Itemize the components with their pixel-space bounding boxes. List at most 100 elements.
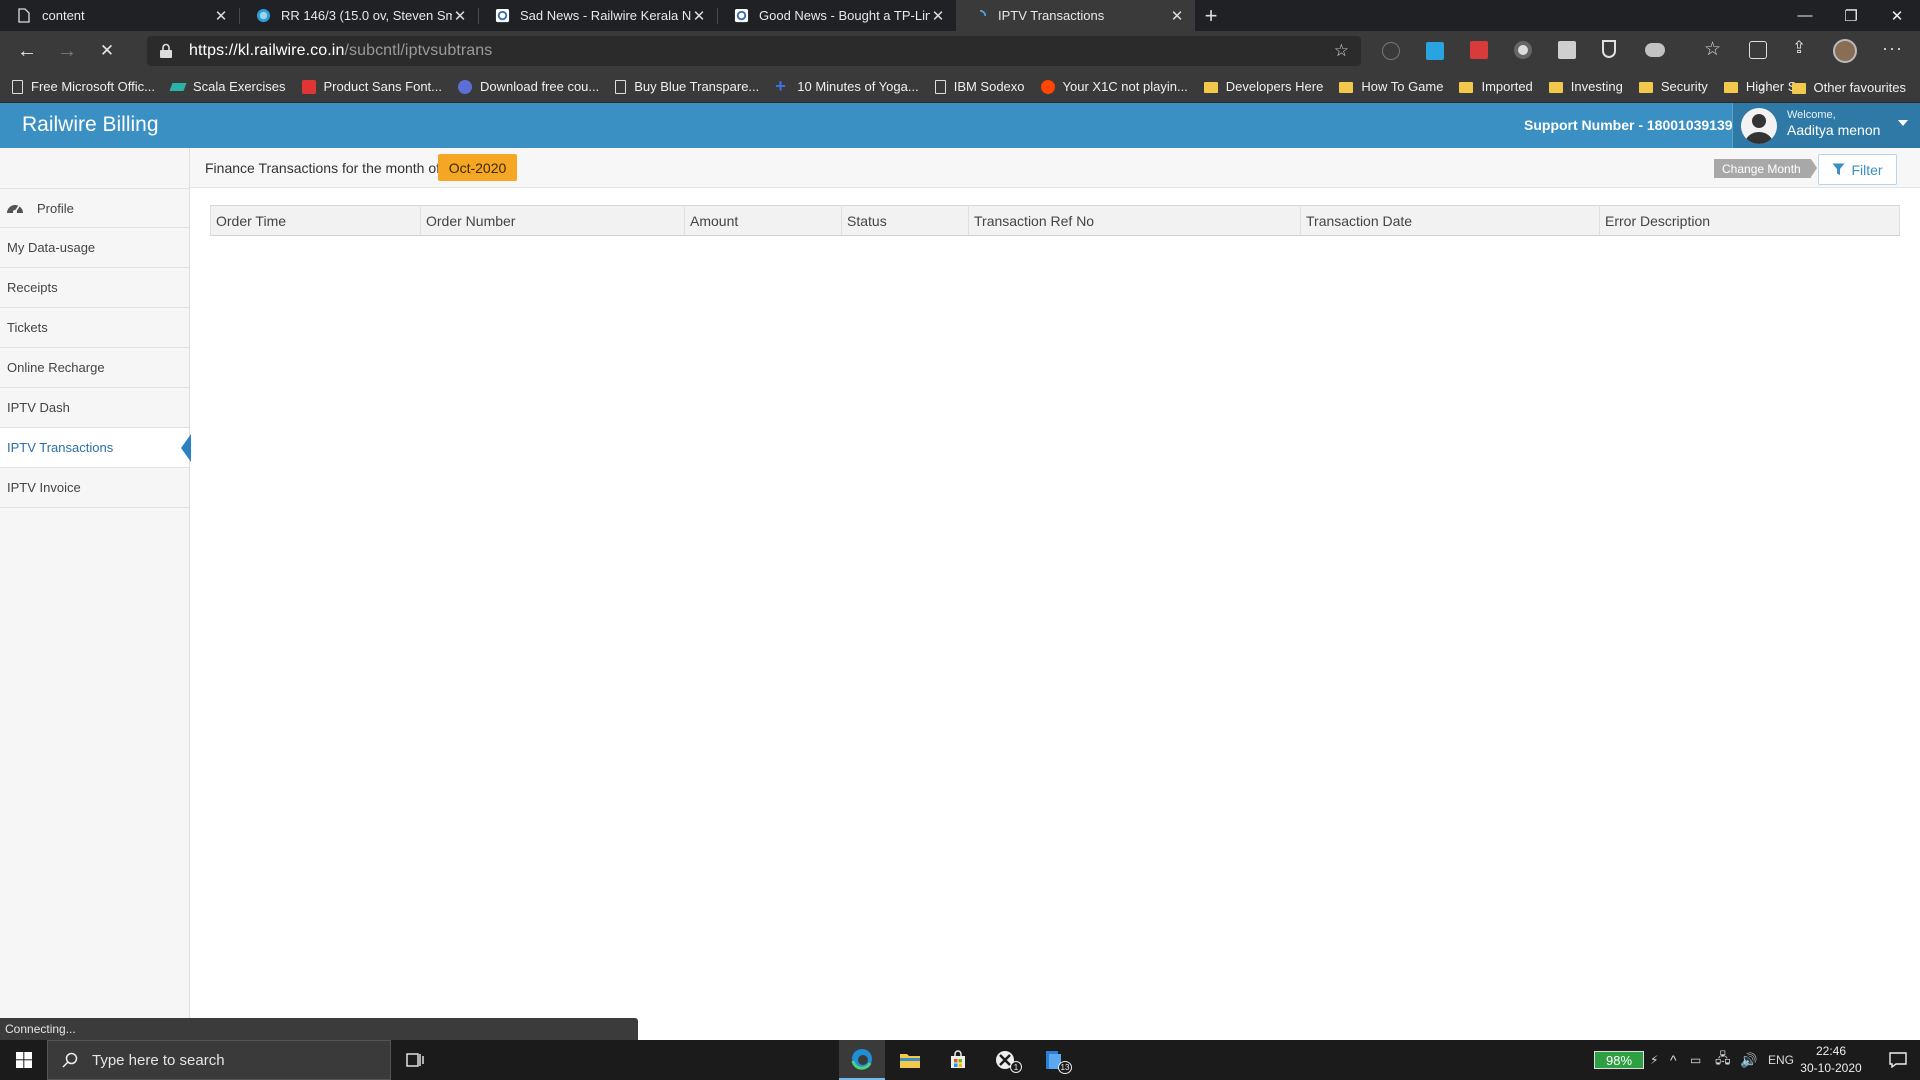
taskbar-search[interactable]: Type here to search (47, 1040, 391, 1080)
column-header-error-description[interactable]: Error Description (1599, 205, 1900, 236)
close-icon[interactable]: ✕ (930, 7, 946, 25)
bookmark-folder[interactable]: Developers Here (1203, 79, 1323, 94)
column-header-status[interactable]: Status (841, 205, 969, 236)
chevron-up-icon[interactable]: ^ (1670, 1040, 1677, 1080)
chevron-right-icon[interactable]: › (1760, 71, 1765, 103)
sidebar-item-iptv-invoice[interactable]: IPTV Invoice (0, 468, 189, 508)
close-icon[interactable]: ✕ (1169, 7, 1185, 25)
close-window-icon[interactable]: ✕ (1874, 0, 1920, 31)
bookmark[interactable]: Scala Exercises (169, 79, 286, 94)
close-icon[interactable]: ✕ (213, 7, 229, 25)
extension-info-icon[interactable] (1382, 42, 1400, 60)
store-icon[interactable] (934, 1040, 982, 1080)
volume-icon[interactable]: 🔊 (1740, 1040, 1757, 1080)
shield-icon[interactable] (1602, 40, 1616, 58)
column-header-amount[interactable]: Amount (684, 205, 842, 236)
windows-logo-icon (15, 1052, 32, 1068)
sidebar-item-label: IPTV Dash (7, 400, 70, 415)
clock-date: 30-10-2020 (1800, 1061, 1862, 1075)
network-icon[interactable]: 🖧 (1715, 1040, 1731, 1080)
tab-title: IPTV Transactions (998, 8, 1105, 23)
brand-title[interactable]: Railwire Billing (22, 113, 159, 137)
bookmark-label: How To Game (1361, 79, 1444, 94)
sidebar-item-data-usage[interactable]: My Data-usage (0, 228, 189, 268)
xbox-icon[interactable]: 1 (982, 1040, 1030, 1080)
extension-grid-icon[interactable] (1558, 41, 1576, 59)
start-button[interactable] (0, 1040, 47, 1080)
task-view-icon[interactable] (391, 1040, 439, 1080)
url-path: /subcntl/iptvsubtrans (344, 42, 493, 59)
clock-time: 22:46 (1815, 1044, 1847, 1058)
other-favourites[interactable]: Other favourites (1791, 71, 1906, 103)
avatar[interactable] (1833, 39, 1857, 63)
sidebar-item-online-recharge[interactable]: Online Recharge (0, 348, 189, 388)
welcome-text: Welcome, (1787, 109, 1836, 121)
favorites-icon[interactable]: ☆ (1704, 38, 1721, 61)
extension-mask-icon[interactable] (1645, 43, 1665, 57)
bookmark[interactable]: +10 Minutes of Yoga... (775, 77, 918, 95)
sidebar-item-iptv-dash[interactable]: IPTV Dash (0, 388, 189, 428)
sidebar-item-receipts[interactable]: Receipts (0, 268, 189, 308)
column-header-transaction-date[interactable]: Transaction Date (1300, 205, 1600, 236)
sidebar: Profile My Data-usage Receipts Tickets O… (0, 148, 191, 1018)
sidebar-item-profile[interactable]: Profile (0, 188, 189, 228)
bookmark[interactable]: Download free cou... (458, 79, 599, 94)
edge-icon[interactable] (839, 1040, 885, 1080)
address-toolbar: ← → ✕ https://kl.railwire.co.in/subcntl/… (0, 31, 1920, 71)
bookmark-label: Higher S (1745, 79, 1797, 94)
bookmark[interactable]: IBM Sodexo (934, 79, 1025, 94)
back-icon[interactable]: ← (7, 31, 47, 71)
extension-circle-icon[interactable] (1514, 41, 1532, 59)
bookmark-folder[interactable]: Imported (1459, 79, 1533, 94)
browser-tab[interactable]: content ✕ (0, 0, 239, 31)
bookmark[interactable]: Your X1C not playin... (1040, 79, 1188, 94)
stop-loading-icon[interactable]: ✕ (87, 31, 127, 71)
calendar-icon[interactable]: 13 (1030, 1040, 1078, 1080)
bookmark[interactable]: Buy Blue Transpare... (615, 79, 759, 94)
bookmark[interactable]: Free Microsoft Offic... (12, 79, 155, 94)
bookmark-label: Imported (1481, 79, 1533, 94)
bookmark-label: Free Microsoft Offic... (31, 79, 156, 94)
search-icon (62, 1052, 78, 1068)
bookmark[interactable]: Product Sans Font... (301, 79, 442, 94)
forward-icon[interactable]: → (47, 31, 87, 71)
bookmark-label: Scala Exercises (193, 79, 286, 94)
user-menu[interactable]: Welcome, Aaditya menon (1732, 103, 1920, 148)
more-menu-icon[interactable]: ··· (1882, 38, 1903, 59)
close-icon[interactable]: ✕ (691, 7, 707, 25)
sidebar-item-iptv-transactions[interactable]: IPTV Transactions (0, 428, 191, 468)
bookmark-folder[interactable]: Investing (1548, 79, 1623, 94)
clock[interactable]: 22:46 30-10-2020 (1790, 1043, 1872, 1077)
bookmark-folder[interactable]: How To Game (1339, 79, 1443, 94)
restore-icon[interactable]: ❐ (1828, 0, 1874, 31)
change-month-button[interactable]: Change Month (1714, 159, 1817, 178)
browser-tab[interactable]: Sad News - Railwire Kerala New ✕ (478, 0, 717, 31)
column-header-order-number[interactable]: Order Number (420, 205, 685, 236)
sidebar-item-tickets[interactable]: Tickets (0, 308, 189, 348)
collections-icon[interactable] (1749, 41, 1767, 59)
address-bar[interactable]: https://kl.railwire.co.in/subcntl/iptvsu… (147, 36, 1361, 66)
extension-blue-icon[interactable] (1426, 42, 1444, 60)
filter-button[interactable]: Filter (1818, 154, 1897, 185)
new-tab-button[interactable]: + (1195, 0, 1227, 31)
battery-indicator[interactable]: 98% (1594, 1051, 1644, 1069)
extension-red-icon[interactable] (1470, 41, 1488, 59)
minimize-icon[interactable]: — (1782, 0, 1828, 31)
globe-icon (458, 79, 473, 94)
usb-drive-icon[interactable]: ▭ (1690, 1040, 1701, 1080)
column-header-transaction-ref[interactable]: Transaction Ref No (968, 205, 1301, 236)
scala-icon (169, 82, 187, 91)
file-explorer-icon[interactable] (886, 1040, 934, 1080)
sidebar-item-label: Online Recharge (7, 360, 105, 375)
browser-tab-active[interactable]: IPTV Transactions ✕ (956, 0, 1195, 31)
favorite-star-icon[interactable]: ☆ (1334, 41, 1349, 61)
browser-tab[interactable]: Good News - Bought a TP-Link A ✕ (717, 0, 956, 31)
charging-icon[interactable]: ⚡ (1650, 1040, 1658, 1080)
notifications-icon[interactable] (1876, 1040, 1920, 1080)
browser-tab[interactable]: RR 146/3 (15.0 ov, Steven Smith ✕ (239, 0, 478, 31)
share-icon[interactable]: ⇪ (1792, 38, 1806, 58)
close-icon[interactable]: ✕ (452, 7, 468, 25)
folder-icon (1791, 82, 1806, 94)
column-header-order-time[interactable]: Order Time (210, 205, 421, 236)
bookmark-folder[interactable]: Security (1638, 79, 1708, 94)
